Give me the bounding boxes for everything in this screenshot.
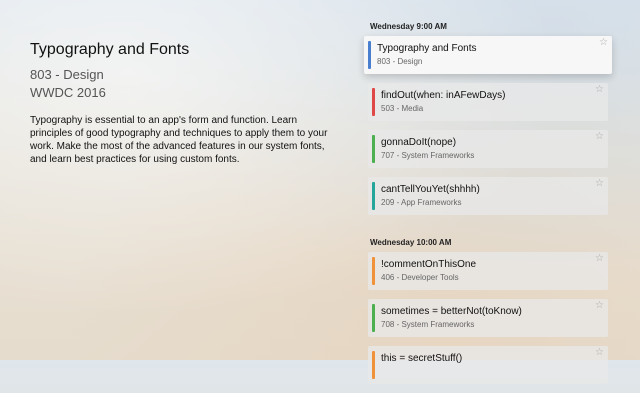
favorite-star-icon[interactable]: ☆ (595, 348, 604, 358)
session-title: Typography and Fonts (30, 41, 190, 58)
session-card-track: 708 - System Frameworks (381, 320, 475, 329)
favorite-star-icon[interactable]: ☆ (595, 85, 604, 95)
session-card[interactable]: gonnaDoIt(nope) 707 - System Frameworks … (368, 130, 608, 168)
favorite-star-icon[interactable]: ☆ (595, 301, 604, 311)
session-card-track: 707 - System Frameworks (381, 151, 475, 160)
favorite-star-icon[interactable]: ☆ (595, 132, 604, 142)
session-card-title: cantTellYouYet(shhhh) (381, 184, 480, 195)
favorite-star-icon[interactable]: ☆ (595, 254, 604, 264)
favorite-star-icon[interactable]: ☆ (599, 38, 608, 48)
session-card-title: this = secretStuff() (381, 353, 463, 364)
track-color-bar (368, 41, 371, 69)
track-color-bar (372, 135, 375, 163)
session-card-track: 503 - Media (381, 104, 424, 113)
session-card-track: 406 - Developer Tools (381, 273, 459, 282)
session-number: 803 - Design (30, 67, 104, 82)
session-card[interactable]: !commentOnThisOne 406 - Developer Tools … (368, 252, 608, 290)
session-card[interactable]: cantTellYouYet(shhhh) 209 - App Framewor… (368, 177, 608, 215)
session-card-title: sometimes = betterNot(toKnow) (381, 306, 522, 317)
track-color-bar (372, 304, 375, 332)
session-card-track: 209 - App Frameworks (381, 198, 462, 207)
section-header: Wednesday 9:00 AM (370, 22, 447, 31)
session-card[interactable]: this = secretStuff() ☆ (368, 346, 608, 384)
session-card-title: !commentOnThisOne (381, 259, 477, 270)
section-header: Wednesday 10:00 AM (370, 238, 452, 247)
session-card[interactable]: sometimes = betterNot(toKnow) 708 - Syst… (368, 299, 608, 337)
favorite-star-icon[interactable]: ☆ (595, 179, 604, 189)
session-card[interactable]: findOut(when: inAFewDays) 503 - Media ☆ (368, 83, 608, 121)
schedule-list: Wednesday 9:00 AM Typography and Fonts 8… (364, 22, 614, 393)
session-detail: Typography and Fonts 803 - Design WWDC 2… (30, 40, 340, 166)
track-color-bar (372, 182, 375, 210)
session-card[interactable]: Typography and Fonts 803 - Design ☆ (364, 36, 612, 74)
session-card-title: findOut(when: inAFewDays) (381, 90, 506, 101)
track-color-bar (372, 88, 375, 116)
track-color-bar (372, 351, 375, 379)
session-card-title: Typography and Fonts (377, 43, 477, 54)
session-description: Typography is essential to an app's form… (30, 115, 328, 165)
track-color-bar (372, 257, 375, 285)
session-card-title: gonnaDoIt(nope) (381, 137, 457, 148)
session-card-track: 803 - Design (377, 57, 423, 66)
event-name: WWDC 2016 (30, 85, 106, 100)
